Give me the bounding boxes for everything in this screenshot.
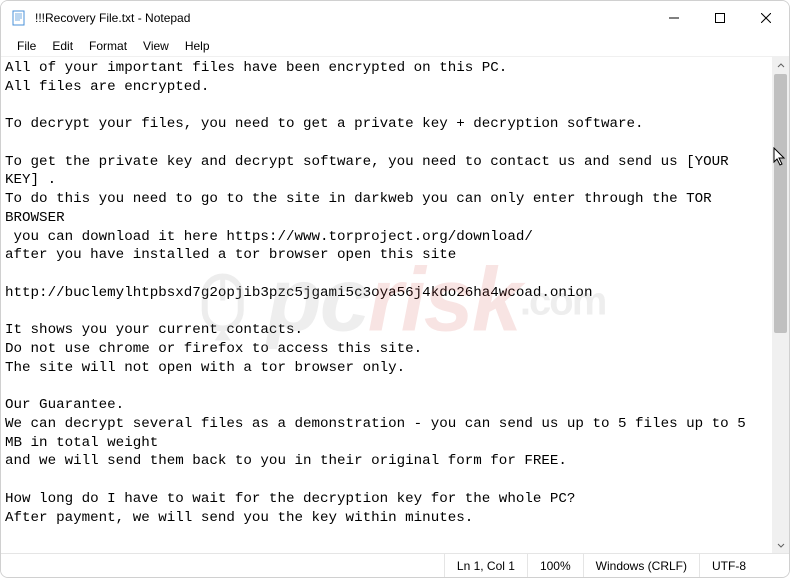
maximize-icon — [715, 13, 725, 23]
menu-file[interactable]: File — [9, 37, 44, 55]
status-zoom: 100% — [527, 554, 583, 577]
titlebar[interactable]: !!!Recovery File.txt - Notepad — [1, 1, 789, 35]
menu-format[interactable]: Format — [81, 37, 135, 55]
notepad-icon — [11, 10, 27, 26]
window-title: !!!Recovery File.txt - Notepad — [35, 11, 651, 25]
statusbar: Ln 1, Col 1 100% Windows (CRLF) UTF-8 — [1, 553, 789, 577]
notepad-window: !!!Recovery File.txt - Notepad File Edit… — [0, 0, 790, 578]
status-position: Ln 1, Col 1 — [444, 554, 527, 577]
close-button[interactable] — [743, 1, 789, 35]
menu-view[interactable]: View — [135, 37, 177, 55]
scroll-track[interactable] — [772, 74, 789, 536]
close-icon — [761, 13, 771, 23]
menu-edit[interactable]: Edit — [44, 37, 81, 55]
minimize-icon — [669, 13, 679, 23]
scroll-up-button[interactable] — [772, 57, 789, 74]
menu-help[interactable]: Help — [177, 37, 218, 55]
status-line-ending: Windows (CRLF) — [583, 554, 699, 577]
scroll-thumb[interactable] — [774, 74, 787, 333]
window-controls — [651, 1, 789, 35]
minimize-button[interactable] — [651, 1, 697, 35]
maximize-button[interactable] — [697, 1, 743, 35]
content-area: All of your important files have been en… — [1, 57, 789, 553]
text-editor[interactable]: All of your important files have been en… — [1, 57, 772, 553]
status-encoding: UTF-8 — [699, 554, 789, 577]
chevron-down-icon — [777, 541, 785, 549]
menubar: File Edit Format View Help — [1, 35, 789, 57]
vertical-scrollbar[interactable] — [772, 57, 789, 553]
scroll-down-button[interactable] — [772, 536, 789, 553]
chevron-up-icon — [777, 62, 785, 70]
